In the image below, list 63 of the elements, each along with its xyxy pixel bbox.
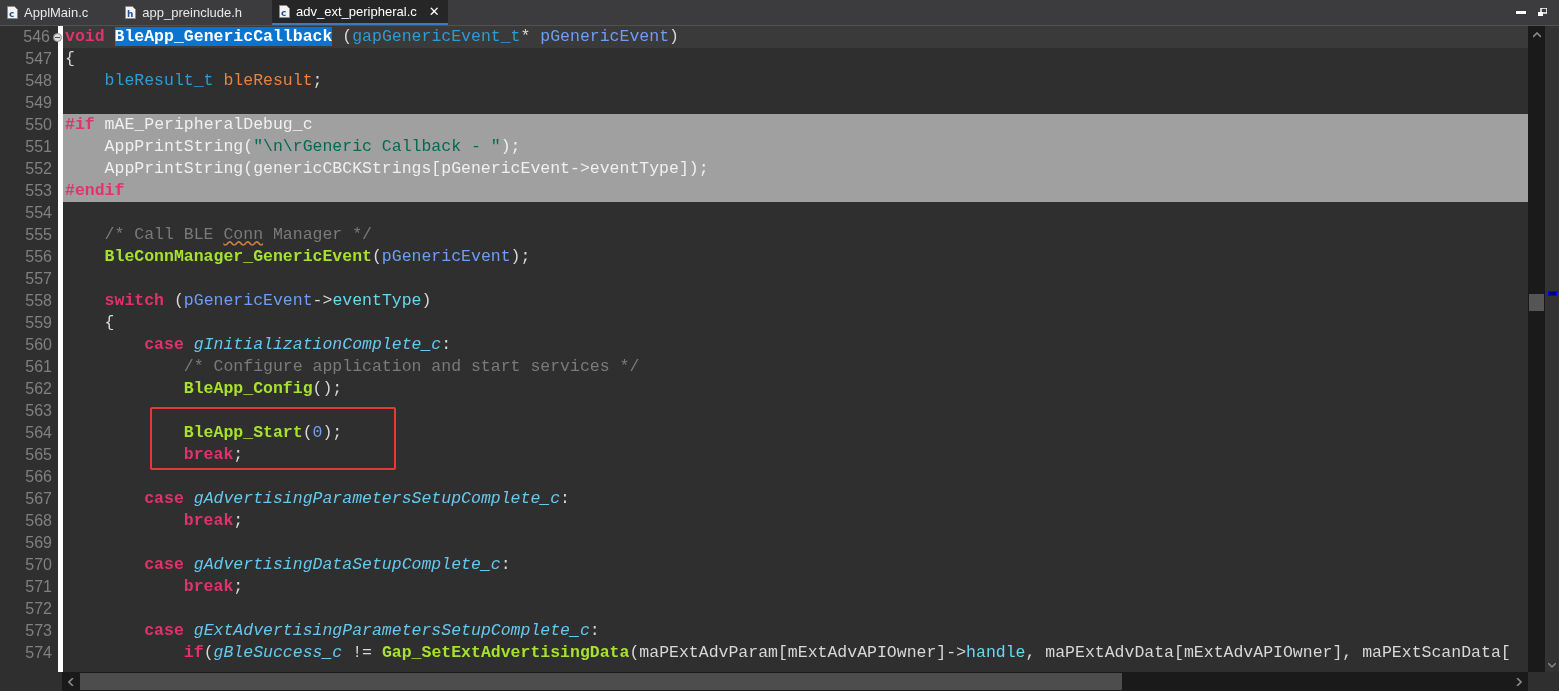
scroll-up-icon[interactable]: [1532, 32, 1541, 38]
line-number: 574: [25, 643, 52, 663]
code-line: bleResult_t bleResult;: [103, 70, 324, 92]
restore-icon[interactable]: [1538, 8, 1547, 17]
overview-marker[interactable]: [1547, 291, 1557, 296]
line-number: 554: [25, 203, 52, 223]
line-number: 557: [25, 269, 52, 289]
scroll-left-icon[interactable]: [68, 677, 74, 686]
line-number: 571: [25, 577, 52, 597]
code-line: case gAdvertisingDataSetupComplete_c:: [143, 554, 512, 576]
code-line: /* Call BLE Conn Manager */: [103, 224, 373, 246]
tab-label: adv_ext_peripheral.c: [296, 2, 417, 21]
line-number: 566: [25, 467, 52, 487]
code-line: case gInitializationComplete_c:: [143, 334, 453, 356]
line-number: 570: [25, 555, 52, 575]
code-line: /* Configure application and start services */: [182, 356, 641, 378]
editor-tab[interactable]: c adv_ext_peripheral.c ✕: [272, 0, 448, 25]
line-number: 559: [25, 313, 52, 333]
line-number: 558: [25, 291, 52, 311]
code-line: {: [64, 48, 76, 70]
line-number: 550: [25, 115, 52, 135]
close-button[interactable]: ✕: [428, 5, 440, 18]
code-line: break;: [182, 510, 245, 532]
code-line: switch (pGenericEvent->eventType): [103, 290, 433, 312]
code-line: BleConnManager_GenericEvent(pGenericEvent);: [103, 246, 532, 268]
file-icon: c: [7, 6, 18, 19]
code-line: BleApp_Start(0);: [182, 422, 344, 444]
chevron-down-icon[interactable]: [1548, 663, 1556, 668]
line-number: 564: [25, 423, 52, 443]
collapse-icon[interactable]: [53, 33, 62, 42]
code-line: {: [103, 312, 116, 334]
line-number: 551: [25, 137, 52, 157]
file-icon: c: [279, 5, 291, 18]
line-number: 568: [25, 511, 52, 531]
line-number: 548: [25, 71, 52, 91]
line-number: 561: [25, 357, 52, 377]
line-number: 556: [25, 247, 52, 267]
line-number: 562: [25, 379, 52, 399]
line-number: 572: [25, 599, 52, 619]
line-number: 560: [25, 335, 52, 355]
code-line: if(gBleSuccess_c != Gap_SetExtAdvertisingData(maPExtAdvParam[mExtAdvAPIOwner]->handle, maPExtAdvData[mExtAdvAPIOwner], maPExtScanData[: [182, 642, 1512, 664]
line-number: 567: [25, 489, 52, 509]
line-number: 573: [25, 621, 52, 641]
line-number: 546: [23, 27, 51, 47]
line-number: 552: [25, 159, 52, 179]
line-number: 549: [25, 93, 52, 113]
code-line: break;: [182, 576, 245, 598]
code-line: BleApp_Config();: [182, 378, 344, 400]
line-number: 555: [25, 225, 52, 245]
file-icon: h: [125, 6, 137, 19]
code-line: break;: [182, 444, 245, 466]
line-number: 553: [25, 181, 52, 201]
line-number: 547: [25, 49, 52, 69]
scrollbar-thumb[interactable]: [1529, 294, 1544, 311]
code-line: case gExtAdvertisingParametersSetupComplete_c:: [143, 620, 601, 642]
horizontal-scrollbar-thumb[interactable]: [80, 673, 1122, 690]
line-number: 565: [25, 445, 52, 465]
line-number: 569: [25, 533, 52, 553]
scroll-right-icon[interactable]: [1516, 677, 1522, 686]
line-number: 563: [25, 401, 52, 421]
code-line: case gAdvertisingParametersSetupComplete_c:: [143, 488, 571, 510]
editor-tab[interactable]: c ApplMain.c: [0, 0, 119, 25]
editor-tab[interactable]: h app_preinclude.h: [118, 0, 273, 25]
